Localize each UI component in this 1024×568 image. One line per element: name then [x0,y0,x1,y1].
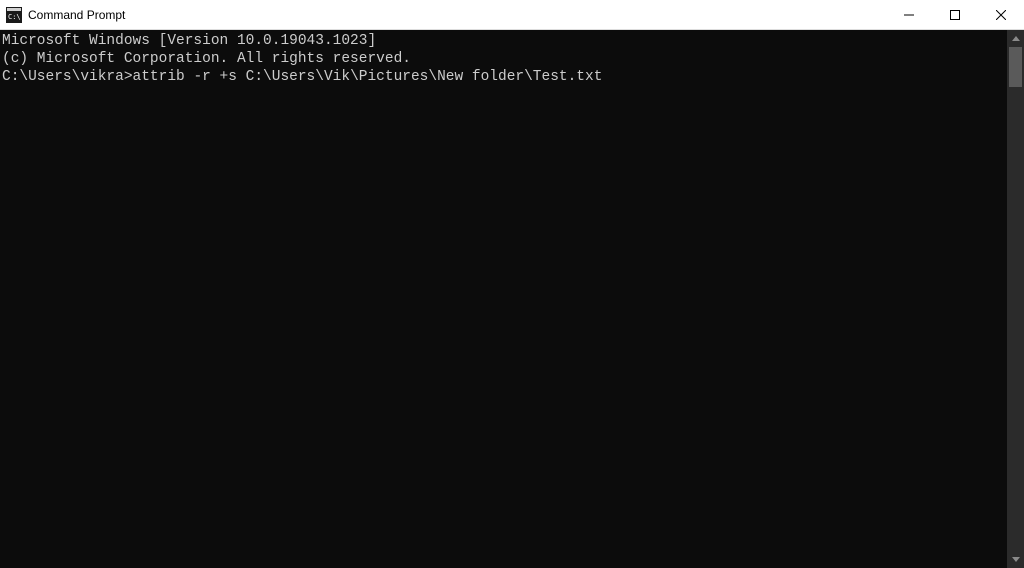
terminal-output-line: (c) Microsoft Corporation. All rights re… [2,50,1007,68]
chevron-down-icon [1012,557,1020,562]
close-button[interactable] [978,0,1024,29]
maximize-button[interactable] [932,0,978,29]
scroll-up-arrow[interactable] [1007,30,1024,47]
vertical-scrollbar[interactable] [1007,30,1024,568]
scroll-down-arrow[interactable] [1007,551,1024,568]
terminal-content[interactable]: Microsoft Windows [Version 10.0.19043.10… [0,30,1007,568]
terminal-prompt: C:\Users\vikra> [2,69,133,85]
terminal-command-input[interactable]: attrib -r +s C:\Users\Vik\Pictures\New f… [133,69,603,85]
terminal-area: Microsoft Windows [Version 10.0.19043.10… [0,30,1024,568]
window-title: Command Prompt [28,8,886,22]
minimize-button[interactable] [886,0,932,29]
svg-text:C:\: C:\ [8,13,21,21]
window-controls [886,0,1024,29]
terminal-output-line: Microsoft Windows [Version 10.0.19043.10… [2,32,1007,50]
scroll-thumb[interactable] [1009,47,1022,87]
maximize-icon [950,10,960,20]
cmd-icon: C:\ [6,7,22,23]
chevron-up-icon [1012,36,1020,41]
terminal-prompt-line: C:\Users\vikra>attrib -r +s C:\Users\Vik… [2,68,1007,86]
titlebar[interactable]: C:\ Command Prompt [0,0,1024,30]
close-icon [996,10,1006,20]
scroll-track[interactable] [1007,47,1024,551]
command-prompt-window: C:\ Command Prompt Micro [0,0,1024,568]
minimize-icon [904,10,914,20]
